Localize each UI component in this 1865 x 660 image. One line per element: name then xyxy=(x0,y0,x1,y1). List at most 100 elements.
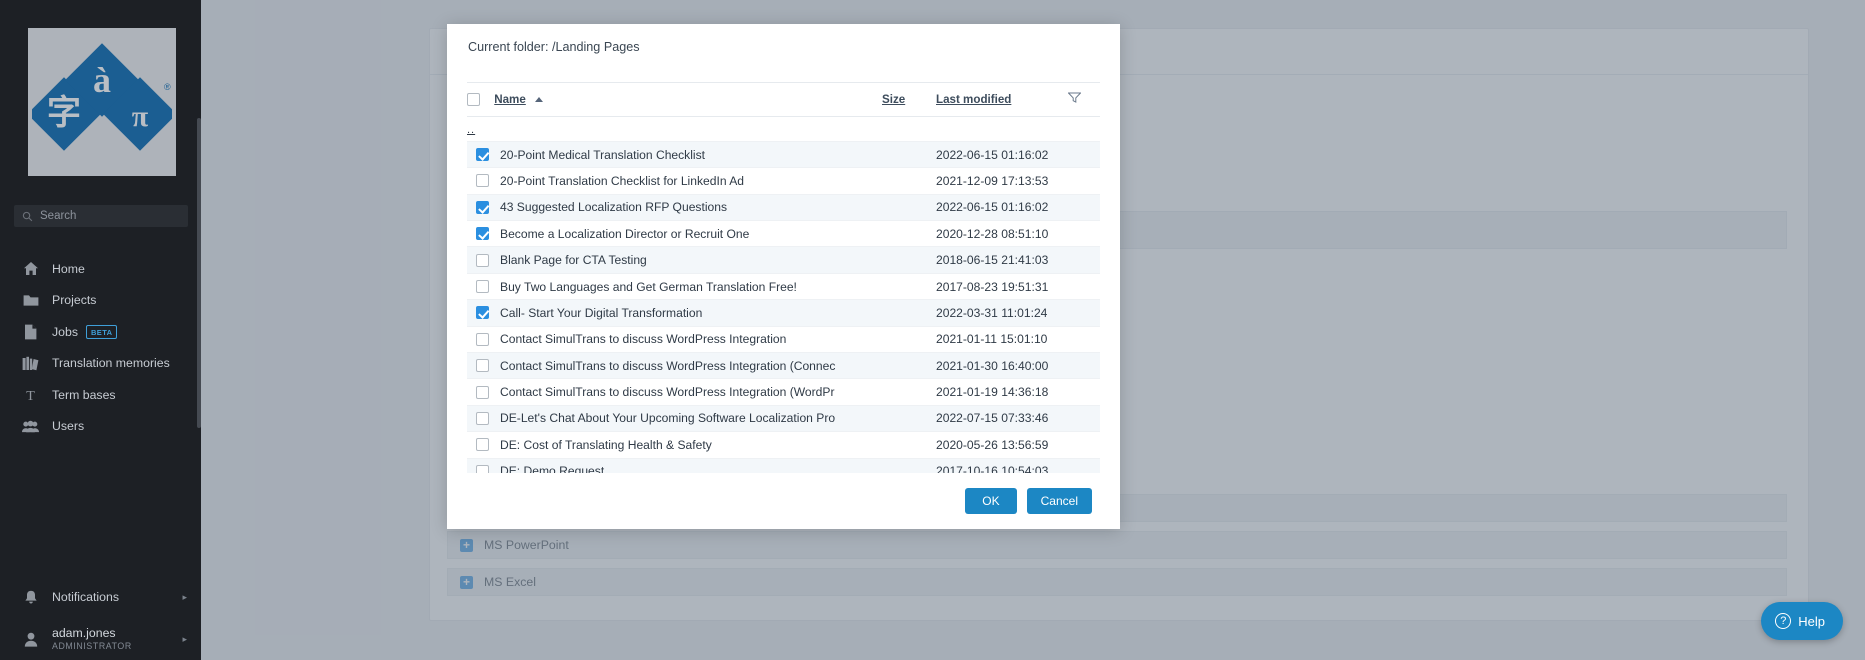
table-row[interactable]: DE-Let's Chat About Your Upcoming Softwa… xyxy=(467,405,1100,433)
filter-icon[interactable] xyxy=(1067,92,1082,106)
file-row-spacer xyxy=(1068,352,1100,380)
file-name-cell: Blank Page for CTA Testing xyxy=(467,246,882,274)
file-size-cell xyxy=(882,246,936,274)
file-row-spacer xyxy=(1068,326,1100,354)
logo-icon: 字 à π ® xyxy=(32,43,172,151)
table-row[interactable]: Blank Page for CTA Testing 2018-06-15 21:… xyxy=(467,246,1100,274)
cancel-button[interactable]: Cancel xyxy=(1026,488,1092,514)
column-header-name[interactable]: Name xyxy=(467,83,882,117)
row-checkbox[interactable] xyxy=(476,332,489,346)
row-checkbox[interactable] xyxy=(476,411,489,425)
select-all-checkbox[interactable] xyxy=(467,92,480,106)
file-name: Become a Localization Director or Recrui… xyxy=(500,226,750,241)
table-row[interactable]: DE: Demo Request 2017-10-16 10:54:03 xyxy=(467,458,1100,473)
parent-directory-row[interactable]: .. xyxy=(467,116,1100,142)
file-modified-cell: 2021-01-30 16:40:00 xyxy=(936,352,1068,380)
file-row-spacer xyxy=(1068,246,1100,274)
help-widget-button[interactable]: ? Help xyxy=(1761,602,1843,640)
name-sort-link[interactable]: Name xyxy=(494,93,526,106)
sidebar-item-translation-memories[interactable]: Translation memories xyxy=(0,348,201,380)
search-input[interactable]: Search xyxy=(14,205,188,227)
table-row[interactable]: Contact SimulTrans to discuss WordPress … xyxy=(467,326,1100,354)
chevron-right-icon: ▸ xyxy=(182,591,187,602)
row-checkbox[interactable] xyxy=(476,174,489,188)
sidebar-user-menu[interactable]: adam.jones ADMINISTRATOR ▸ xyxy=(0,618,201,660)
column-header-last-modified[interactable]: Last modified xyxy=(936,83,1068,117)
file-row-spacer xyxy=(1068,405,1100,433)
table-row[interactable]: Contact SimulTrans to discuss WordPress … xyxy=(467,378,1100,406)
file-row-spacer xyxy=(1068,378,1100,406)
column-header-size[interactable]: Size xyxy=(882,83,936,117)
row-checkbox[interactable] xyxy=(476,359,489,373)
table-row[interactable]: Contact SimulTrans to discuss WordPress … xyxy=(467,352,1100,380)
row-checkbox[interactable] xyxy=(476,148,489,162)
person-icon xyxy=(22,631,39,647)
file-name-cell: Contact SimulTrans to discuss WordPress … xyxy=(467,326,882,354)
file-name-cell: Call- Start Your Digital Transformation xyxy=(467,299,882,327)
sidebar-item-projects[interactable]: Projects xyxy=(0,285,201,317)
file-name: 43 Suggested Localization RFP Questions xyxy=(500,200,728,215)
file-size-cell xyxy=(882,431,936,459)
file-name-cell: Contact SimulTrans to discuss WordPress … xyxy=(467,352,882,380)
file-size-cell xyxy=(882,273,936,301)
file-name: Contact SimulTrans to discuss WordPress … xyxy=(500,385,835,400)
table-row[interactable]: 20-Point Medical Translation Checklist 20… xyxy=(467,141,1100,169)
file-name: Contact SimulTrans to discuss WordPress … xyxy=(500,332,787,347)
file-table: Name Size Last modified .. 20-Point Medi… xyxy=(467,83,1100,473)
file-size-cell xyxy=(882,194,936,222)
help-label: Help xyxy=(1798,613,1825,629)
sidebar-item-term-bases[interactable]: T Term bases xyxy=(0,379,201,411)
file-size-cell xyxy=(882,167,936,195)
file-picker-dialog: Current folder: /Landing Pages Name Size xyxy=(447,24,1120,529)
question-circle-icon: ? xyxy=(1775,613,1792,629)
company-logo[interactable]: 字 à π ® xyxy=(28,28,176,176)
table-row[interactable]: Buy Two Languages and Get German Transla… xyxy=(467,273,1100,301)
file-modified-cell: 2017-10-16 10:54:03 xyxy=(936,458,1068,473)
file-name: Call- Start Your Digital Transformation xyxy=(500,305,703,320)
row-checkbox[interactable] xyxy=(476,385,489,399)
svg-text:à: à xyxy=(93,60,111,100)
row-checkbox[interactable] xyxy=(476,306,489,320)
search-placeholder: Search xyxy=(40,210,77,222)
user-name: adam.jones xyxy=(52,625,116,640)
row-checkbox[interactable] xyxy=(476,438,489,452)
file-modified-cell: 2020-12-28 08:51:10 xyxy=(936,220,1068,248)
file-name-cell: 43 Suggested Localization RFP Questions xyxy=(467,194,882,222)
sidebar-item-label: Home xyxy=(52,261,85,276)
file-name: Buy Two Languages and Get German Transla… xyxy=(500,279,797,294)
file-modified-cell: 2017-08-23 19:51:31 xyxy=(936,273,1068,301)
last-modified-sort-link[interactable]: Last modified xyxy=(936,93,1011,106)
row-checkbox[interactable] xyxy=(476,253,489,267)
sidebar-nav: Home Projects Jobs BETA Translation memo… xyxy=(0,253,201,442)
sidebar-item-jobs[interactable]: Jobs BETA xyxy=(0,316,201,348)
row-checkbox[interactable] xyxy=(476,200,489,214)
books-icon xyxy=(22,355,39,371)
file-size-cell xyxy=(882,378,936,406)
parent-directory-link[interactable]: .. xyxy=(467,124,475,136)
file-table-wrapper[interactable]: Name Size Last modified .. 20-Point Medi… xyxy=(467,82,1100,473)
table-row[interactable]: 43 Suggested Localization RFP Questions 2… xyxy=(467,194,1100,222)
table-row[interactable]: Call- Start Your Digital Transformation 2… xyxy=(467,299,1100,327)
sidebar-item-home[interactable]: Home xyxy=(0,253,201,285)
table-row[interactable]: DE: Cost of Translating Health & Safety 2… xyxy=(467,431,1100,459)
sidebar-item-notifications[interactable]: Notifications ▸ xyxy=(0,576,201,618)
table-row[interactable]: Become a Localization Director or Recrui… xyxy=(467,220,1100,248)
sidebar-item-label: Projects xyxy=(52,293,97,308)
sidebar-item-users[interactable]: Users xyxy=(0,411,201,443)
file-table-header: Name Size Last modified xyxy=(467,83,1100,117)
file-size-cell xyxy=(882,405,936,433)
file-name-cell: DE-Let's Chat About Your Upcoming Softwa… xyxy=(467,405,882,433)
file-row-spacer xyxy=(1068,431,1100,459)
file-modified-cell: 2021-01-19 14:36:18 xyxy=(936,378,1068,406)
sidebar-item-label: Term bases xyxy=(52,387,116,402)
row-checkbox[interactable] xyxy=(476,227,489,241)
size-sort-link[interactable]: Size xyxy=(882,93,905,106)
table-row[interactable]: 20-Point Translation Checklist for Linke… xyxy=(467,167,1100,195)
column-header-filter[interactable] xyxy=(1067,83,1100,117)
user-role: ADMINISTRATOR xyxy=(52,641,132,652)
row-checkbox[interactable] xyxy=(476,464,489,473)
file-row-spacer xyxy=(1068,220,1100,248)
notifications-label: Notifications xyxy=(52,590,119,604)
row-checkbox[interactable] xyxy=(476,280,489,294)
ok-button[interactable]: OK xyxy=(965,488,1017,514)
